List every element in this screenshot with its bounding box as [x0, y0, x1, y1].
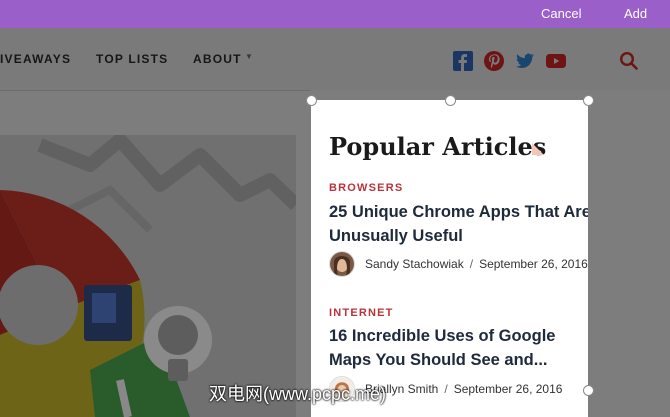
title-corner-icon: [532, 143, 544, 155]
chevron-down-icon: ▼: [245, 52, 253, 61]
article-meta: Sandy Stachowiak / September 26, 2016: [329, 251, 588, 277]
selection-handle-top-right[interactable]: [583, 95, 594, 106]
widget-title: Popular Articles: [329, 132, 547, 161]
article-title-link[interactable]: 25 Unique Chrome Apps That Are Unusually…: [329, 200, 588, 248]
selection-handle-top[interactable]: [445, 95, 456, 106]
facebook-icon[interactable]: [453, 51, 473, 71]
meta-separator: /: [444, 382, 448, 396]
search-icon[interactable]: [619, 51, 639, 71]
article-category[interactable]: INTERNET: [329, 307, 394, 319]
cancel-button[interactable]: Cancel: [541, 6, 581, 21]
add-button[interactable]: Add: [624, 6, 647, 21]
nav-item-about[interactable]: ABOUT: [193, 52, 242, 66]
selection-handle-top-left[interactable]: [306, 95, 317, 106]
capture-toolbar: Cancel Add: [0, 0, 670, 28]
hero-image: [0, 135, 296, 417]
article-category[interactable]: BROWSERS: [329, 182, 403, 194]
site-nav-bar: IVEAWAYS TOP LISTS ABOUT ▼: [0, 28, 670, 90]
article-author[interactable]: Sandy Stachowiak: [365, 257, 464, 271]
nav-item-top-lists[interactable]: TOP LISTS: [96, 52, 168, 66]
article-title-link[interactable]: 16 Incredible Uses of Google Maps You Sh…: [329, 324, 588, 372]
nav-item-giveaways[interactable]: IVEAWAYS: [0, 52, 71, 66]
youtube-icon[interactable]: [546, 51, 566, 71]
chrome-apps-illustration: [0, 135, 296, 417]
avatar: [329, 251, 355, 277]
popular-articles-widget[interactable]: Popular Articles BROWSERS 25 Unique Chro…: [311, 100, 588, 417]
meta-separator: /: [469, 257, 474, 271]
watermark-text: 双电网(www.pcpc.me): [209, 384, 387, 404]
twitter-icon[interactable]: [515, 51, 535, 71]
selection-handle-right[interactable]: [583, 385, 594, 396]
article-date: September 26, 2016: [453, 382, 563, 396]
pinterest-icon[interactable]: [484, 51, 504, 71]
article-date: September 26, 2016: [479, 257, 588, 271]
nav-divider: [0, 90, 310, 91]
